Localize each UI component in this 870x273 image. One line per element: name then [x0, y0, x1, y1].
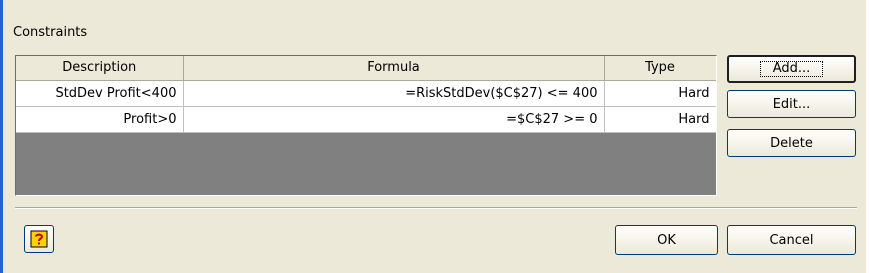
cell-type[interactable]: Hard [604, 80, 716, 107]
add-button[interactable]: Add... [727, 55, 856, 83]
ok-button[interactable]: OK [615, 225, 718, 255]
ok-button-label: OK [657, 232, 676, 248]
cancel-button-label: Cancel [769, 232, 814, 248]
cell-formula[interactable]: =RiskStdDev($C$27) <= 400 [183, 80, 605, 107]
cell-formula[interactable]: =$C$27 >= 0 [183, 106, 605, 133]
column-header-type[interactable]: Type [604, 56, 716, 81]
column-header-description[interactable]: Description [16, 56, 184, 81]
table-row[interactable]: Profit>0 =$C$27 >= 0 Hard [16, 106, 716, 133]
delete-button[interactable]: Delete [727, 129, 856, 157]
table-row[interactable]: StdDev Profit<400 =RiskStdDev($C$27) <= … [16, 80, 716, 107]
delete-button-label: Delete [770, 135, 813, 151]
table-header-row: Description Formula Type [16, 56, 716, 81]
constraints-group-label: Constraints [13, 25, 88, 40]
help-question-icon [30, 230, 48, 248]
edit-button[interactable]: Edit... [727, 90, 856, 118]
constraints-grid[interactable]: Description Formula Type StdDev Profit<4… [15, 55, 717, 196]
edit-button-label: Edit... [772, 96, 811, 112]
constraints-table: Description Formula Type StdDev Profit<4… [16, 56, 716, 133]
cell-type[interactable]: Hard [604, 106, 716, 133]
cancel-button[interactable]: Cancel [727, 225, 856, 255]
add-button-label: Add... [759, 61, 824, 77]
help-button[interactable] [24, 225, 54, 253]
constraints-dialog: Constraints Description Formula Type Std… [0, 0, 866, 273]
footer-separator [15, 207, 857, 209]
column-header-formula[interactable]: Formula [183, 56, 605, 81]
cell-description[interactable]: Profit>0 [16, 106, 184, 133]
cell-description[interactable]: StdDev Profit<400 [16, 80, 184, 107]
